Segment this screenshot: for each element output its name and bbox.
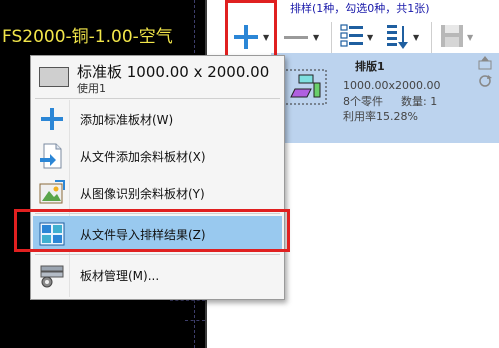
list-view-button[interactable]: ▼	[339, 18, 373, 56]
sort-button[interactable]: ▼	[385, 18, 419, 56]
sheet-manage-icon	[40, 265, 64, 288]
menu-header[interactable]: 标准板 1000.00 x 2000.00 使用1	[31, 56, 284, 98]
chevron-down-icon: ▼	[467, 32, 474, 42]
canvas-guide-line	[170, 300, 205, 301]
add-sheet-context-menu: 标准板 1000.00 x 2000.00 使用1 添加标准板材(W) 从文件添…	[30, 55, 285, 300]
menu-item-label: 从文件添加余料板材(X)	[80, 150, 206, 164]
chevron-down-icon: ▼	[413, 32, 420, 42]
menu-item-add-remnant-from-file[interactable]: 从文件添加余料板材(X)	[33, 138, 282, 174]
chevron-down-icon: ▼	[367, 32, 374, 42]
menu-divider	[35, 254, 280, 255]
toolbar-separator	[331, 22, 332, 54]
image-recognize-icon	[39, 180, 65, 204]
layout-parts-count: 8个零件	[343, 95, 383, 108]
toolbar-separator	[431, 22, 432, 54]
layout-status-text: 排样(1种，勾选0种，共1张)	[290, 2, 430, 15]
floppy-icon	[441, 25, 463, 47]
layout-size: 1000.00x2000.00	[343, 79, 441, 92]
sheet-icon	[39, 67, 69, 87]
sheet-material-title: FS2000-铜-1.00-空气	[2, 27, 173, 47]
list-icon	[340, 24, 363, 47]
refresh-icon[interactable]	[477, 74, 493, 88]
plus-icon	[41, 108, 63, 130]
menu-item-label: 板材管理(M)...	[80, 269, 160, 283]
chevron-down-icon: ▼	[313, 32, 320, 42]
export-icon[interactable]	[477, 56, 493, 70]
file-import-icon	[40, 143, 62, 169]
standard-sheet-usage: 使用1	[77, 82, 106, 95]
remove-sheet-button[interactable]: ▼	[281, 18, 319, 56]
menu-item-add-standard-sheet[interactable]: 添加标准板材(W)	[33, 101, 282, 137]
layout-list-item[interactable]: 排版1 1000.00x2000.00 8个零件 数量: 1 利用率15.28%	[271, 53, 499, 143]
layout-quantity: 数量: 1	[401, 95, 438, 108]
save-button[interactable]: ▼	[439, 18, 473, 56]
menu-divider	[35, 98, 280, 99]
minus-icon	[284, 36, 308, 39]
canvas-guide-line	[185, 320, 205, 321]
menu-item-recognize-remnant-from-image[interactable]: 从图像识别余料板材(Y)	[33, 175, 282, 211]
menu-item-label: 从图像识别余料板材(Y)	[80, 187, 205, 201]
menu-item-label: 添加标准板材(W)	[80, 113, 174, 127]
highlight-box	[14, 209, 290, 252]
standard-sheet-title: 标准板 1000.00 x 2000.00	[77, 63, 270, 81]
menu-item-sheet-management[interactable]: 板材管理(M)...	[33, 257, 282, 293]
sort-icon	[387, 25, 408, 49]
layout-utilization: 利用率15.28%	[343, 110, 418, 123]
layout-thumbnail	[281, 69, 327, 105]
side-icon-column	[477, 56, 497, 88]
layout-name: 排版1	[355, 60, 385, 73]
